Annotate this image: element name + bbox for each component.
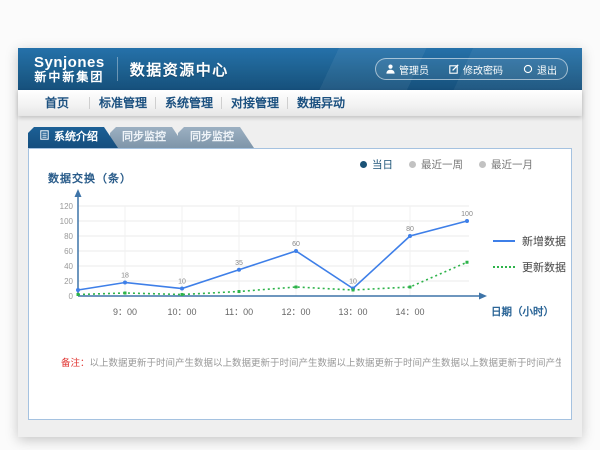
- svg-text:12：00: 12：00: [281, 307, 310, 317]
- document-icon: [40, 127, 49, 148]
- app-header: Synjones 新中新集团 数据资源中心 管理员 修改密码: [18, 48, 582, 90]
- nav-item-standard-management[interactable]: 标准管理: [90, 90, 156, 116]
- svg-text:80: 80: [64, 232, 73, 241]
- svg-text:60: 60: [292, 241, 300, 248]
- legend-line-swatch-green: [493, 266, 515, 268]
- tab-bar: 系统介绍 同步监控 同步监控: [28, 127, 254, 148]
- svg-text:9：00: 9：00: [113, 307, 137, 317]
- tab-system-intro[interactable]: 系统介绍: [28, 127, 118, 148]
- nav-item-data-change[interactable]: 数据异动: [288, 90, 354, 116]
- svg-text:10：00: 10：00: [167, 307, 196, 317]
- svg-text:35: 35: [235, 260, 243, 267]
- svg-text:40: 40: [64, 262, 73, 271]
- legend-label: 新增数据: [522, 233, 566, 249]
- header-divider: [117, 57, 118, 81]
- chart-legend: 新增数据 更新数据: [493, 233, 566, 285]
- nav-item-interface-management[interactable]: 对接管理: [222, 90, 288, 116]
- change-password-button[interactable]: 修改密码: [439, 62, 513, 77]
- tab-label: 同步监控: [190, 131, 234, 143]
- period-option-label: 最近一周: [421, 157, 463, 172]
- radio-unselected-icon: [409, 161, 416, 168]
- svg-text:0: 0: [69, 292, 74, 301]
- user-menu-button[interactable]: 管理员: [376, 62, 439, 77]
- period-option-label: 当日: [372, 157, 393, 172]
- tab-sync-monitor-2[interactable]: 同步监控: [178, 127, 254, 148]
- legend-label: 更新数据: [522, 259, 566, 275]
- user-label: 管理员: [399, 62, 429, 77]
- user-bar: 管理员 修改密码 退出: [375, 58, 568, 80]
- period-option-last-month[interactable]: 最近一月: [479, 157, 533, 172]
- tab-label: 系统介绍: [54, 127, 98, 148]
- nav-item-home[interactable]: 首页: [24, 90, 90, 116]
- legend-line-swatch-blue: [493, 240, 515, 242]
- logout-button[interactable]: 退出: [513, 62, 567, 77]
- logout-icon: [523, 64, 533, 74]
- svg-text:10: 10: [178, 279, 186, 286]
- svg-text:60: 60: [64, 247, 73, 256]
- chart-y-axis-title: 数据交换（条）: [48, 170, 132, 186]
- main-nav: 首页 标准管理 系统管理 对接管理 数据异动: [18, 90, 582, 116]
- tab-sync-monitor-1[interactable]: 同步监控: [110, 127, 186, 148]
- line-chart: 0 20 40 60 80 100 120 9：00 10：00 11：00 12：00 13：00 1…: [49, 187, 549, 323]
- radio-unselected-icon: [479, 161, 486, 168]
- legend-item-new-data: 新增数据: [493, 233, 566, 249]
- svg-text:日期（小时）: 日期（小时）: [491, 305, 549, 318]
- svg-text:120: 120: [60, 202, 74, 211]
- svg-text:10: 10: [349, 279, 357, 286]
- app-window: Synjones 新中新集团 数据资源中心 管理员 修改密码: [18, 48, 582, 437]
- period-option-today[interactable]: 当日: [360, 157, 393, 172]
- brand-logo-subtext: 新中新集团: [34, 71, 105, 84]
- note-text: 以上数据更新于时间产生数据以上数据更新于时间产生数据以上数据更新于时间产生数据以…: [90, 358, 561, 369]
- period-filter: 当日 最近一周 最近一月: [360, 157, 533, 172]
- brand-logo: Synjones 新中新集团: [34, 55, 105, 83]
- nav-item-system-management[interactable]: 系统管理: [156, 90, 222, 116]
- period-option-last-week[interactable]: 最近一周: [409, 157, 463, 172]
- note: 备注：以上数据更新于时间产生数据以上数据更新于时间产生数据以上数据更新于时间产生…: [61, 355, 561, 369]
- svg-text:80: 80: [406, 226, 414, 233]
- svg-text:14：00: 14：00: [395, 307, 424, 317]
- brand-logo-text: Synjones: [34, 55, 105, 71]
- svg-text:100: 100: [461, 211, 473, 218]
- logout-label: 退出: [537, 62, 557, 77]
- note-prefix: 备注：: [61, 358, 90, 369]
- svg-text:18: 18: [121, 273, 129, 280]
- edit-icon: [449, 64, 459, 74]
- change-password-label: 修改密码: [463, 62, 503, 77]
- period-option-label: 最近一月: [491, 157, 533, 172]
- svg-text:20: 20: [64, 277, 73, 286]
- content-area: 系统介绍 同步监控 同步监控 当日 最近一周: [18, 116, 582, 437]
- svg-text:11：00: 11：00: [225, 307, 253, 317]
- user-icon: [386, 64, 395, 74]
- svg-text:13：00: 13：00: [338, 307, 367, 317]
- svg-text:100: 100: [60, 217, 74, 226]
- app-title: 数据资源中心: [130, 59, 229, 80]
- legend-item-updated-data: 更新数据: [493, 259, 566, 275]
- chart-panel: 当日 最近一周 最近一月 数据交换（条） 0 20 40 60 80 100 120 9：00…: [28, 148, 572, 420]
- radio-selected-icon: [360, 161, 367, 168]
- tab-label: 同步监控: [122, 131, 166, 143]
